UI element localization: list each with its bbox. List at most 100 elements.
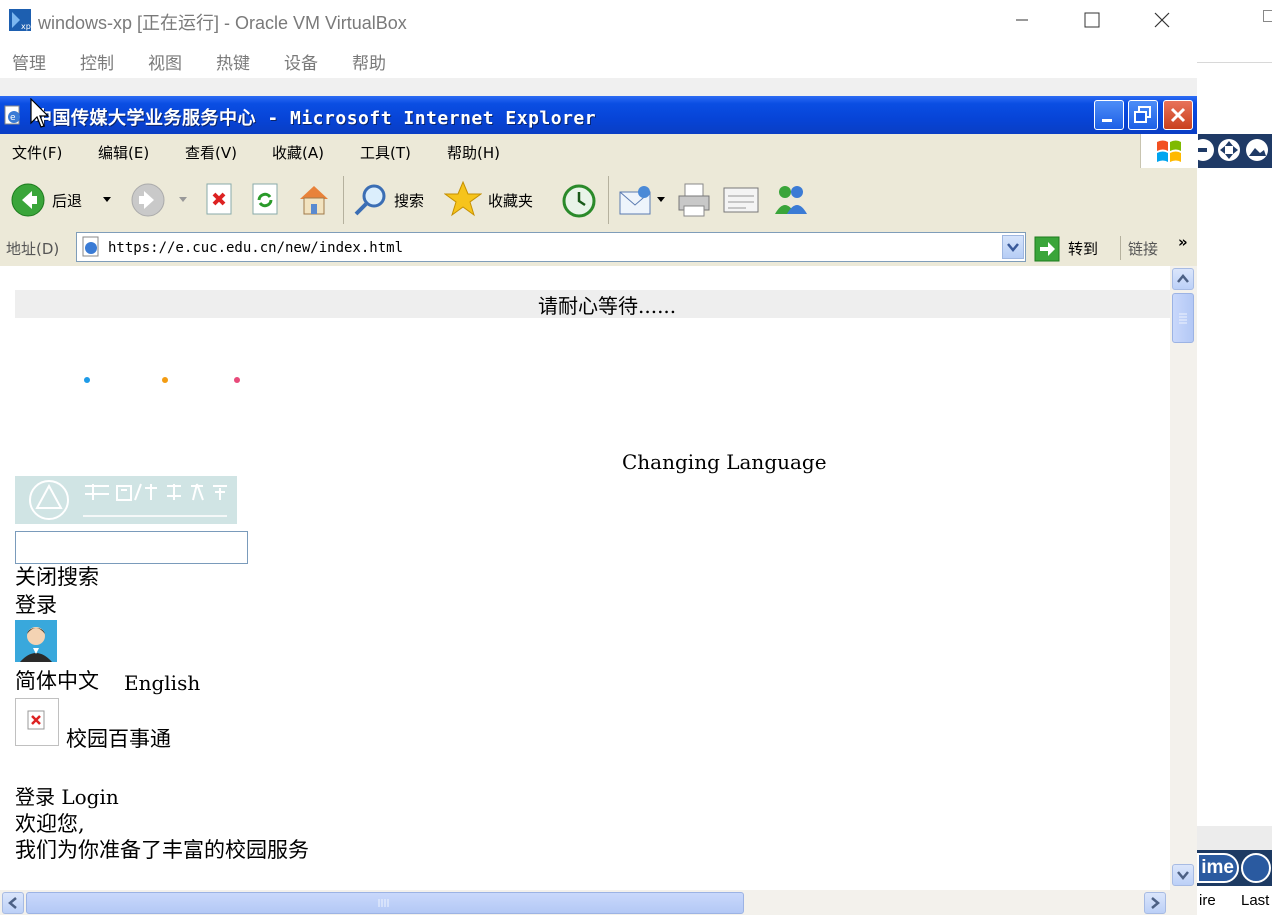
background-round-icon[interactable] (1241, 853, 1271, 883)
address-dropdown-button[interactable] (1002, 235, 1024, 259)
search-input[interactable] (15, 531, 248, 564)
refresh-icon[interactable] (250, 182, 282, 218)
links-chevron-icon[interactable]: » (1178, 233, 1188, 251)
university-emblem-icon (29, 480, 227, 520)
history-icon[interactable] (560, 182, 598, 220)
windows-logo-icon (1157, 140, 1181, 162)
lang-chinese-link[interactable]: 简体中文 (15, 668, 99, 694)
lang-english-link[interactable]: English (124, 670, 200, 696)
ie-menu-favorites[interactable]: 收藏(A) (272, 142, 324, 163)
host-menu-devices[interactable]: 设备 (284, 49, 318, 74)
background-ime-button[interactable]: ime (1197, 853, 1239, 883)
host-menu-bar: 管理 控制 视图 热键 设备 帮助 (0, 40, 1197, 78)
login-link[interactable]: 登录 (15, 592, 57, 618)
host-menu-control[interactable]: 控制 (80, 49, 114, 74)
scroll-down-button[interactable] (1172, 864, 1194, 886)
background-toolbar-icons (1192, 139, 1268, 161)
search-button[interactable]: 搜索 (352, 180, 432, 220)
broken-image (15, 698, 59, 746)
background-window-edge (1263, 10, 1272, 22)
background-footer-text-last: Last (1241, 892, 1270, 909)
ie-restore-button[interactable] (1128, 100, 1158, 130)
web-page-content: 请耐心等待...... Changing Language 关闭搜索 登录 简体… (0, 266, 1170, 890)
welcome-text: 欢迎您, (15, 812, 85, 836)
edit-icon[interactable] (722, 184, 760, 216)
ie-menu-tools[interactable]: 工具(T) (360, 142, 411, 163)
forward-dropdown-icon[interactable] (178, 196, 188, 204)
chevron-up-icon (1177, 274, 1189, 283)
search-icon (354, 184, 386, 216)
ie-menu-bar: 文件(F) 编辑(E) 查看(V) 收藏(A) 工具(T) 帮助(H) (0, 134, 1198, 169)
background-app-window: ime ire Last (1192, 0, 1272, 915)
home-icon[interactable] (296, 182, 332, 218)
host-maximize-button[interactable] (1072, 6, 1112, 34)
host-minimize-button[interactable] (1002, 6, 1042, 34)
svg-text:e: e (10, 113, 16, 123)
services-text: 我们为你准备了丰富的校园服务 (15, 838, 309, 862)
host-menu-manage[interactable]: 管理 (12, 49, 46, 74)
ie-menu-help[interactable]: 帮助(H) (447, 142, 500, 163)
print-icon[interactable] (676, 182, 712, 218)
address-url: https://e.cuc.edu.cn/new/index.html (108, 240, 404, 256)
close-icon (1170, 107, 1186, 123)
changing-language-text: Changing Language (622, 450, 827, 474)
minimize-icon (1016, 19, 1028, 21)
scroll-left-button[interactable] (2, 892, 24, 914)
campus-app-link[interactable]: 校园百事通 (66, 726, 171, 752)
go-arrow-icon (1034, 236, 1060, 262)
host-menu-hotkey[interactable]: 热键 (216, 49, 250, 74)
close-icon (1154, 12, 1170, 28)
ie-title-bar: e 中国传媒大学业务服务中心 - Microsoft Internet Expl… (0, 96, 1197, 134)
stop-icon[interactable] (204, 182, 236, 218)
back-button[interactable]: 后退 (8, 180, 94, 220)
ie-menu-file[interactable]: 文件(F) (12, 142, 62, 163)
virtualbox-icon: xp (9, 9, 31, 31)
background-toolbar (1192, 134, 1272, 168)
vertical-scroll-thumb[interactable] (1172, 293, 1194, 343)
address-separator (1120, 236, 1121, 260)
avatar[interactable] (15, 620, 57, 662)
address-label: 地址(D) (6, 240, 60, 258)
scroll-right-button[interactable] (1144, 892, 1166, 914)
grip-icon (378, 899, 389, 907)
horizontal-scroll-thumb[interactable] (26, 892, 744, 914)
links-label[interactable]: 链接 (1128, 238, 1158, 259)
login-heading: 登录 Login (15, 785, 119, 809)
windows-logo-area (1140, 134, 1198, 168)
ie-menu-edit[interactable]: 编辑(E) (98, 142, 149, 163)
ie-minimize-button[interactable] (1094, 100, 1124, 130)
horizontal-scrollbar[interactable] (0, 890, 1197, 915)
back-dropdown-icon[interactable] (102, 196, 112, 204)
chevron-down-icon (1007, 243, 1019, 252)
forward-arrow-icon[interactable] (130, 182, 166, 218)
go-label: 转到 (1068, 240, 1099, 258)
close-search-link[interactable]: 关闭搜索 (15, 564, 99, 590)
user-avatar-icon (20, 627, 52, 662)
university-logo (15, 476, 237, 524)
favorites-button[interactable]: 收藏夹 (444, 180, 544, 220)
scroll-up-button[interactable] (1172, 268, 1194, 290)
host-menu-view[interactable]: 视图 (148, 49, 182, 74)
background-bottom-bar: ime (1197, 850, 1272, 886)
loader-dot (234, 377, 240, 383)
page-globe-icon (82, 236, 99, 257)
chevron-down-icon (1177, 871, 1189, 880)
ie-menu-view[interactable]: 查看(V) (185, 142, 237, 163)
ie-close-button[interactable] (1163, 100, 1193, 130)
host-close-button[interactable] (1142, 6, 1182, 34)
messenger-icon[interactable] (772, 182, 810, 218)
toolbar-separator (343, 176, 344, 224)
go-button[interactable]: 转到 (1034, 234, 1110, 262)
mail-dropdown-icon[interactable] (656, 196, 666, 204)
background-footer: ire Last (1197, 886, 1272, 915)
broken-image-icon (27, 710, 45, 730)
host-separator (0, 78, 1197, 96)
chevron-right-icon (1151, 897, 1160, 909)
host-menu-help[interactable]: 帮助 (352, 49, 386, 74)
back-arrow-icon (11, 183, 45, 217)
ie-page-icon: e (4, 105, 20, 125)
vertical-scrollbar[interactable] (1170, 266, 1197, 890)
grip-icon (1179, 313, 1187, 324)
back-label: 后退 (52, 192, 83, 210)
mail-icon[interactable] (618, 184, 654, 218)
